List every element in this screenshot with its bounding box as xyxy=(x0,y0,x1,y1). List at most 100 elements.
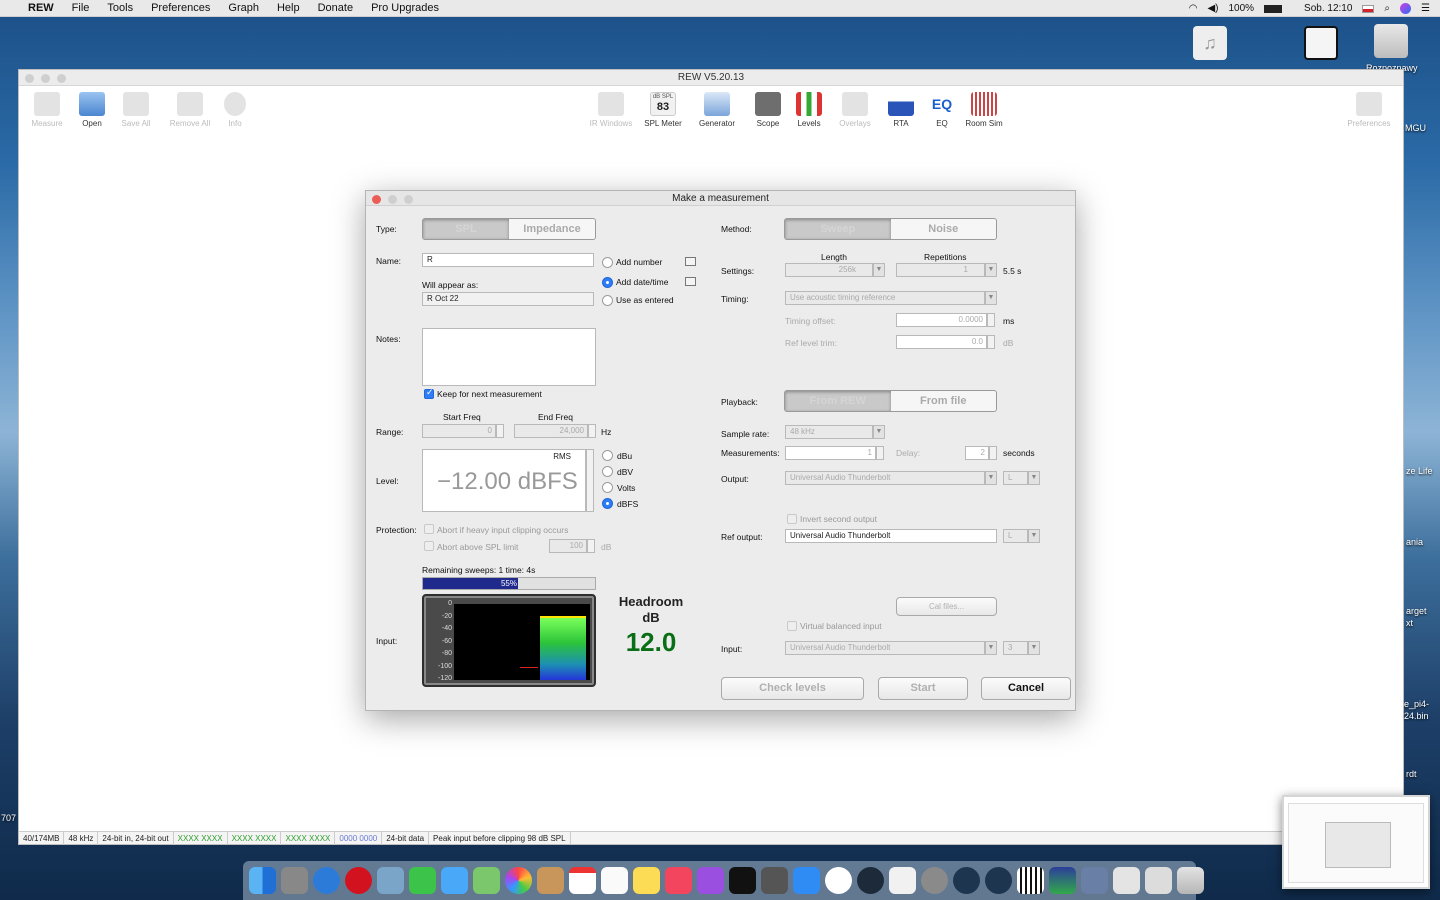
rew-titlebar[interactable]: REW V5.20.13 xyxy=(19,70,1403,86)
preview-icon[interactable] xyxy=(377,867,404,894)
ua-meter-icon[interactable] xyxy=(953,867,980,894)
add-number-label[interactable]: Add number xyxy=(616,257,662,267)
rew-dock-icon[interactable] xyxy=(1049,867,1076,894)
delay-stepper[interactable] xyxy=(989,446,997,460)
messages-icon[interactable] xyxy=(441,867,468,894)
playback-from-file[interactable]: From file xyxy=(891,391,997,411)
toolbar-preferences[interactable]: Preferences xyxy=(1345,92,1393,128)
dialog-zoom-button[interactable] xyxy=(404,195,413,204)
close-button[interactable] xyxy=(25,74,34,83)
audio-app-icon[interactable] xyxy=(857,867,884,894)
toolbar-open[interactable]: Open xyxy=(75,92,109,128)
system-preferences-icon[interactable] xyxy=(921,867,948,894)
end-freq-stepper[interactable] xyxy=(588,424,596,438)
add-datetime-radio[interactable] xyxy=(602,277,613,288)
notification-center-icon[interactable]: ☰ xyxy=(1421,3,1430,14)
abort-spl-checkbox[interactable] xyxy=(424,541,434,551)
photos-icon[interactable] xyxy=(505,867,532,894)
apple-tv-icon[interactable] xyxy=(729,867,756,894)
menu-graph[interactable]: Graph xyxy=(228,2,259,14)
invert-output-checkbox[interactable] xyxy=(787,514,797,524)
unit-volts-label[interactable]: Volts xyxy=(617,483,635,493)
use-as-entered-radio[interactable] xyxy=(602,295,613,306)
unit-volts-radio[interactable] xyxy=(602,482,613,493)
menu-tools[interactable]: Tools xyxy=(107,2,133,14)
dock-window-thumb-1[interactable] xyxy=(1113,867,1140,894)
repetitions-dropdown-icon[interactable]: ▼ xyxy=(985,263,997,277)
length-select[interactable]: 256k xyxy=(785,263,873,277)
dock-window-thumb-2[interactable] xyxy=(1145,867,1172,894)
date-format-icon[interactable] xyxy=(685,277,696,286)
output-device-dropdown-icon[interactable]: ▼ xyxy=(985,471,997,485)
dialog-titlebar[interactable]: Make a measurement xyxy=(366,191,1075,206)
invert-output-label[interactable]: Invert second output xyxy=(800,514,877,524)
notes-textarea[interactable] xyxy=(422,328,596,386)
start-freq-stepper[interactable] xyxy=(496,424,504,438)
maps-icon[interactable] xyxy=(473,867,500,894)
repetitions-select[interactable]: 1 xyxy=(896,263,985,277)
music-icon[interactable] xyxy=(665,867,692,894)
finder-icon[interactable] xyxy=(249,867,276,894)
timing-dropdown-icon[interactable]: ▼ xyxy=(985,291,997,305)
volume-icon[interactable]: ◀) xyxy=(1207,3,1218,14)
toolbar-info[interactable]: Info xyxy=(221,92,249,128)
desktop-app-icon[interactable] xyxy=(1304,26,1338,60)
timing-select[interactable]: Use acoustic timing reference xyxy=(785,291,985,305)
start-button[interactable]: Start xyxy=(878,677,968,700)
method-sweep[interactable]: Sweep xyxy=(785,219,891,239)
dock-app-icon[interactable] xyxy=(1081,867,1108,894)
ref-output-device-select[interactable]: Universal Audio Thunderbolt xyxy=(785,529,997,543)
toolbar-rta[interactable]: RTA xyxy=(885,92,917,128)
keep-notes-checkbox[interactable] xyxy=(424,387,434,399)
level-field[interactable]: RMS −12.00 dBFS xyxy=(422,449,586,512)
method-noise[interactable]: Noise xyxy=(891,219,997,239)
number-format-icon[interactable] xyxy=(685,257,696,266)
virtual-balanced-label[interactable]: Virtual balanced input xyxy=(800,621,882,631)
sample-rate-select[interactable]: 48 kHz xyxy=(785,425,873,439)
ua-console-icon[interactable] xyxy=(889,867,916,894)
desktop-drive-icon[interactable] xyxy=(1374,24,1408,58)
spl-limit-stepper[interactable] xyxy=(587,539,595,553)
ref-trim-input[interactable]: 0.0 xyxy=(896,335,987,349)
battery-icon[interactable] xyxy=(1264,4,1283,13)
keep-notes-label[interactable]: Keep for next measurement xyxy=(437,389,542,399)
output-device-select[interactable]: Universal Audio Thunderbolt xyxy=(785,471,985,485)
toolbar-remove-all[interactable]: Remove All xyxy=(165,92,215,128)
timing-offset-input[interactable]: 0.0000 xyxy=(896,313,987,327)
launchpad-icon[interactable] xyxy=(281,867,308,894)
level-stepper[interactable] xyxy=(586,449,594,512)
input-channel-select[interactable]: 3 xyxy=(1003,641,1028,655)
toolbar-generator[interactable]: Generator xyxy=(695,92,739,128)
cal-files-button[interactable]: Cal files... xyxy=(896,597,997,616)
toolbar-levels[interactable]: Levels xyxy=(792,92,826,128)
unit-dbu-label[interactable]: dBu xyxy=(617,451,632,461)
toolbar-eq[interactable]: EQ EQ xyxy=(927,92,957,128)
unit-dbfs-label[interactable]: dBFS xyxy=(617,499,638,509)
menu-app-name[interactable]: REW xyxy=(28,2,54,14)
input-device-dropdown-icon[interactable]: ▼ xyxy=(985,641,997,655)
delay-input[interactable]: 2 xyxy=(965,446,989,460)
abort-clip-label[interactable]: Abort if heavy input clipping occurs xyxy=(437,525,568,535)
unit-dbv-radio[interactable] xyxy=(602,466,613,477)
name-input[interactable]: R xyxy=(422,253,594,267)
roon-icon[interactable] xyxy=(825,867,852,894)
menu-pro-upgrades[interactable]: Pro Upgrades xyxy=(371,2,439,14)
minimize-button[interactable] xyxy=(41,74,50,83)
start-freq-input[interactable]: 0 xyxy=(422,424,496,438)
toolbar-spl-meter[interactable]: dB SPL 83 SPL Meter xyxy=(641,92,685,128)
add-datetime-label[interactable]: Add date/time xyxy=(616,277,668,287)
use-as-entered-label[interactable]: Use as entered xyxy=(616,295,674,305)
opera-icon[interactable] xyxy=(345,867,372,894)
cancel-button[interactable]: Cancel xyxy=(981,677,1071,700)
type-spl[interactable]: SPL xyxy=(423,219,509,239)
toolbar-ir-windows[interactable]: IR Windows xyxy=(587,92,635,128)
notes-icon[interactable] xyxy=(633,867,660,894)
spl-limit-input[interactable]: 100 xyxy=(549,539,587,553)
unit-dbu-radio[interactable] xyxy=(602,450,613,461)
toolbar-save-all[interactable]: Save All xyxy=(117,92,155,128)
unit-dbv-label[interactable]: dBV xyxy=(617,467,633,477)
add-number-radio[interactable] xyxy=(602,257,613,268)
dialog-close-button[interactable] xyxy=(372,195,381,204)
wifi-icon[interactable]: ◠ xyxy=(1189,3,1198,14)
menu-preferences[interactable]: Preferences xyxy=(151,2,210,14)
